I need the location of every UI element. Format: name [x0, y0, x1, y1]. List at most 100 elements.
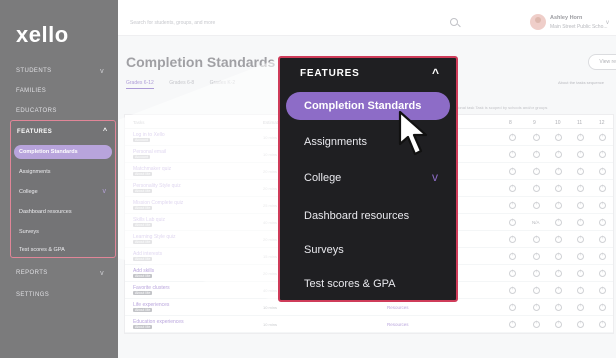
add-task-icon[interactable] [509, 320, 516, 328]
add-task-icon[interactable] [555, 252, 562, 260]
chevron-up-icon: ^ [103, 128, 108, 135]
add-task-icon[interactable] [509, 252, 516, 260]
zoom-item-test-scores[interactable]: Test scores & GPA [286, 270, 450, 298]
zoom-item-label: Dashboard resources [304, 210, 410, 222]
add-task-icon[interactable] [533, 150, 540, 158]
sidebar-item-educators[interactable]: EDUCATORS [0, 108, 118, 114]
add-task-icon[interactable] [533, 184, 540, 192]
add-task-icon[interactable] [555, 201, 562, 209]
zoom-item-college[interactable]: College v [286, 164, 450, 192]
add-task-icon[interactable] [599, 252, 606, 260]
task-estimate: 20 mins [263, 186, 278, 191]
add-task-icon[interactable] [533, 133, 540, 141]
add-task-icon[interactable] [599, 150, 606, 158]
add-task-icon[interactable] [599, 167, 606, 175]
sidebar-item-families[interactable]: FAMILIES [0, 88, 118, 94]
add-task-icon[interactable] [509, 235, 516, 243]
task-tag: About Me [133, 308, 153, 312]
add-task-icon[interactable] [599, 184, 606, 192]
add-task-icon[interactable] [599, 286, 606, 294]
add-task-icon[interactable] [577, 320, 584, 328]
sidebar-item-assignments[interactable]: Assignments [14, 165, 112, 179]
add-task-icon[interactable] [509, 303, 516, 311]
add-task-icon[interactable] [555, 320, 562, 328]
user-name: Ashley Horn [550, 15, 583, 21]
add-task-icon[interactable] [577, 286, 584, 294]
features-header-zoom[interactable]: FEATURES ^ [300, 66, 439, 80]
add-task-icon[interactable] [599, 269, 606, 277]
add-task-icon[interactable] [509, 133, 516, 141]
add-task-icon[interactable] [577, 252, 584, 260]
resources-link[interactable]: Resources [387, 322, 409, 327]
add-task-icon[interactable] [577, 133, 584, 141]
zoom-item-dashboard-resources[interactable]: Dashboard resources [286, 202, 450, 230]
add-task-icon[interactable] [555, 235, 562, 243]
sidebar-item-surveys[interactable]: Surveys [14, 225, 112, 239]
add-task-icon[interactable] [533, 167, 540, 175]
add-task-icon[interactable] [509, 167, 516, 175]
add-task-icon[interactable] [577, 167, 584, 175]
add-task-icon[interactable] [509, 201, 516, 209]
sidebar-item-students[interactable]: STUDENTS v [0, 68, 118, 75]
add-task-icon[interactable] [577, 184, 584, 192]
add-task-icon[interactable] [577, 201, 584, 209]
add-task-icon[interactable] [509, 150, 516, 158]
avatar[interactable] [530, 14, 546, 30]
chevron-down-icon[interactable]: v [606, 20, 609, 26]
add-task-icon[interactable] [599, 201, 606, 209]
sidebar-item-reports[interactable]: REPORTS v [0, 270, 118, 277]
zoom-item-surveys[interactable]: Surveys [286, 236, 450, 264]
add-task-icon[interactable] [555, 286, 562, 294]
grade-header: 8 [509, 120, 512, 126]
add-task-icon[interactable] [509, 218, 516, 226]
view-report-button[interactable]: View report [588, 54, 616, 70]
add-task-icon[interactable] [577, 150, 584, 158]
add-task-icon[interactable] [555, 133, 562, 141]
add-task-icon[interactable] [533, 303, 540, 311]
zoom-item-label: Surveys [304, 244, 344, 256]
sidebar-item-college[interactable]: College v [14, 185, 112, 199]
add-task-icon[interactable] [599, 133, 606, 141]
add-task-icon[interactable] [509, 286, 516, 294]
search-input[interactable]: Search for students, groups, and more [130, 20, 215, 26]
resources-link[interactable]: Resources [387, 305, 409, 310]
add-task-icon[interactable] [555, 269, 562, 277]
not-applicable-label: N/A [532, 220, 540, 225]
features-header[interactable]: FEATURES ^ [17, 128, 107, 135]
add-task-icon[interactable] [509, 184, 516, 192]
add-task-icon[interactable] [533, 201, 540, 209]
add-task-icon[interactable] [555, 303, 562, 311]
sidebar-item-test-scores[interactable]: Test scores & GPA [14, 243, 112, 257]
add-task-icon[interactable] [509, 269, 516, 277]
add-task-icon[interactable] [577, 303, 584, 311]
search-icon[interactable] [450, 18, 458, 26]
about-tasks-link[interactable]: About the tasks sequence [558, 80, 604, 85]
sidebar-item-completion-standards[interactable]: Completion Standards [14, 145, 112, 159]
add-task-icon[interactable] [533, 252, 540, 260]
add-task-icon[interactable] [599, 320, 606, 328]
add-task-icon[interactable] [555, 184, 562, 192]
add-task-icon[interactable] [599, 235, 606, 243]
tab-grades-k-2[interactable]: Grades K-2 [210, 80, 236, 86]
xello-logo[interactable]: xello [16, 22, 69, 48]
add-task-icon[interactable] [599, 303, 606, 311]
add-task-icon[interactable] [555, 167, 562, 175]
zoom-item-label: Assignments [304, 136, 367, 148]
add-task-icon[interactable] [533, 235, 540, 243]
add-task-icon[interactable] [577, 235, 584, 243]
sidebar-item-dashboard-resources[interactable]: Dashboard resources [14, 205, 112, 219]
sidebar-item-settings[interactable]: SETTINGS [0, 292, 118, 298]
add-task-icon[interactable] [533, 269, 540, 277]
add-task-icon[interactable] [555, 150, 562, 158]
tab-grades-6-12[interactable]: Grades 6-12 [126, 80, 154, 89]
tab-grades-6-8[interactable]: Grades 6-8 [169, 80, 194, 86]
add-task-icon[interactable] [533, 320, 540, 328]
table-row[interactable]: Education experiences About Me 10 mins Reso… [125, 316, 613, 333]
add-task-icon[interactable] [599, 218, 606, 226]
add-task-icon[interactable] [555, 218, 562, 226]
add-task-icon[interactable] [533, 286, 540, 294]
add-task-icon[interactable] [577, 218, 584, 226]
task-estimate: 10 mins [263, 135, 278, 140]
add-task-icon[interactable] [577, 269, 584, 277]
features-label: FEATURES [300, 68, 360, 79]
